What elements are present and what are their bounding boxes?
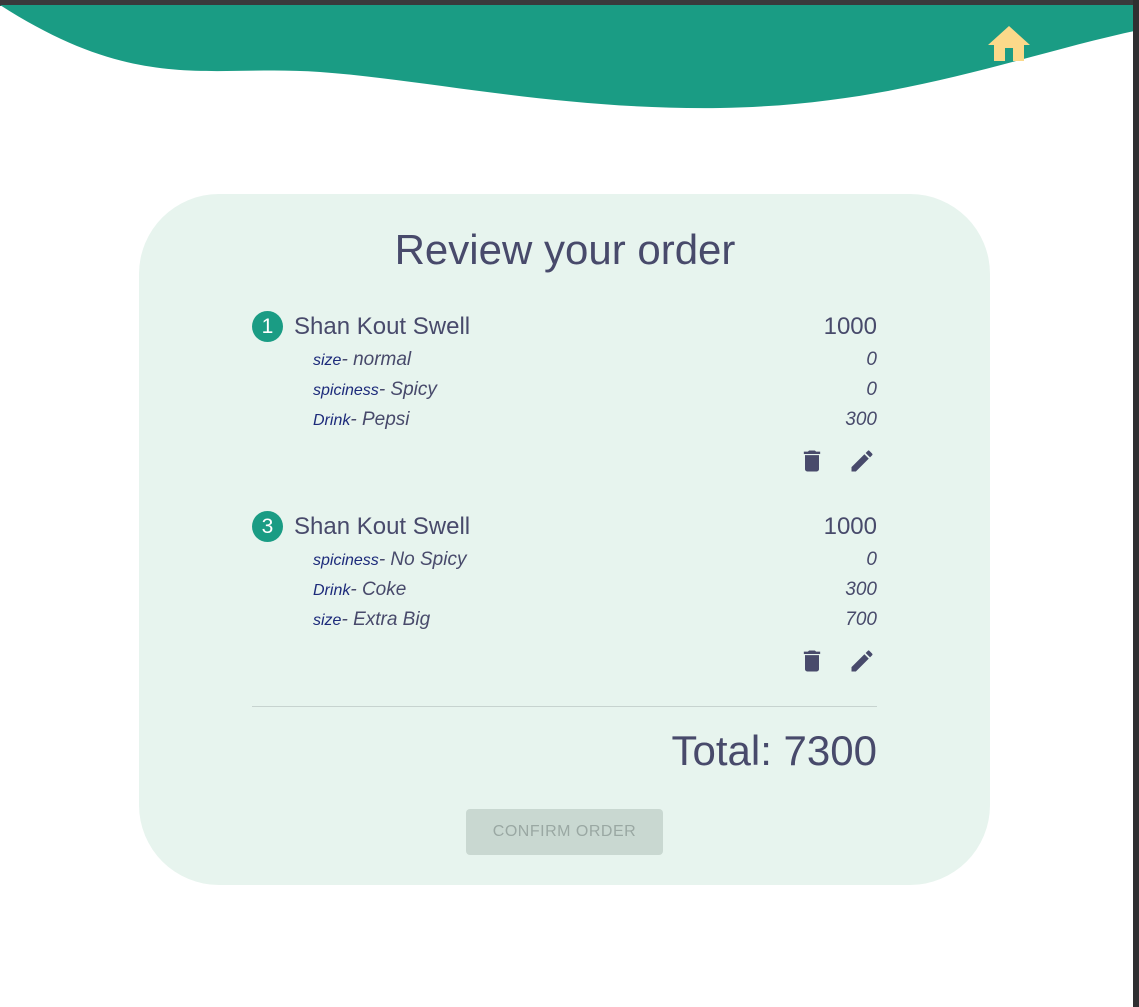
header-wave-shape [0,5,1139,109]
item-price: 1000 [823,313,877,340]
trash-icon [803,450,821,472]
option-separator: - [378,379,391,400]
item-option: Drink- Pepsi 300 [313,409,877,433]
delete-item-button[interactable] [798,647,826,675]
header-wave [0,5,1139,109]
order-item: 3 Shan Kout Swell 1000 spiciness- No Spi… [252,511,877,676]
option-value: normal [353,349,412,370]
item-option: size- normal 0 [313,349,877,373]
pencil-icon [851,650,873,672]
option-separator: - [378,549,391,570]
edit-item-button[interactable] [848,447,876,475]
confirm-order-button[interactable]: CONFIRM ORDER [466,809,663,855]
option-label: size [313,352,342,369]
option-label: size [313,612,342,629]
option-label: spiciness [313,552,379,569]
item-name: Shan Kout Swell [294,313,471,340]
item-name: Shan Kout Swell [294,513,471,540]
option-separator: - [350,579,362,600]
order-item: 1 Shan Kout Swell 1000 size- normal 0 sp… [252,311,877,476]
option-price: 0 [866,379,877,400]
option-price: 300 [845,579,877,600]
option-value: Extra Big [353,609,431,630]
option-value: Spicy [390,379,437,400]
option-label: spiciness [313,382,379,399]
home-button[interactable] [986,24,1032,64]
window-scroll-edge [1133,0,1139,1007]
delete-item-button[interactable] [798,447,826,475]
divider [252,706,877,707]
order-item-header: 1 Shan Kout Swell 1000 [252,311,877,343]
trash-icon [803,650,821,672]
quantity-badge: 1 [252,311,283,342]
item-price: 1000 [823,513,877,540]
option-label: Drink [313,412,351,429]
option-separator: - [341,349,354,370]
option-label: Drink [313,582,351,599]
option-price: 300 [845,409,877,430]
option-separator: - [350,409,362,430]
item-option: size- Extra Big 700 [313,609,877,633]
option-value: Coke [361,579,407,600]
option-separator: - [341,609,354,630]
option-value: Pepsi [361,409,410,430]
order-total: Total: 7300 [671,727,878,774]
item-option: Drink- Coke 300 [313,579,877,603]
page-title: Review your order [394,226,736,273]
edit-item-button[interactable] [848,647,876,675]
option-value: No Spicy [390,549,467,570]
home-icon [988,26,1030,61]
quantity-badge: 3 [252,511,283,542]
pencil-icon [851,450,873,472]
option-price: 0 [866,349,877,370]
item-option: spiciness- Spicy 0 [313,379,877,403]
item-option: spiciness- No Spicy 0 [313,549,877,573]
order-item-header: 3 Shan Kout Swell 1000 [252,511,877,543]
option-price: 700 [845,609,877,630]
option-price: 0 [866,549,877,570]
